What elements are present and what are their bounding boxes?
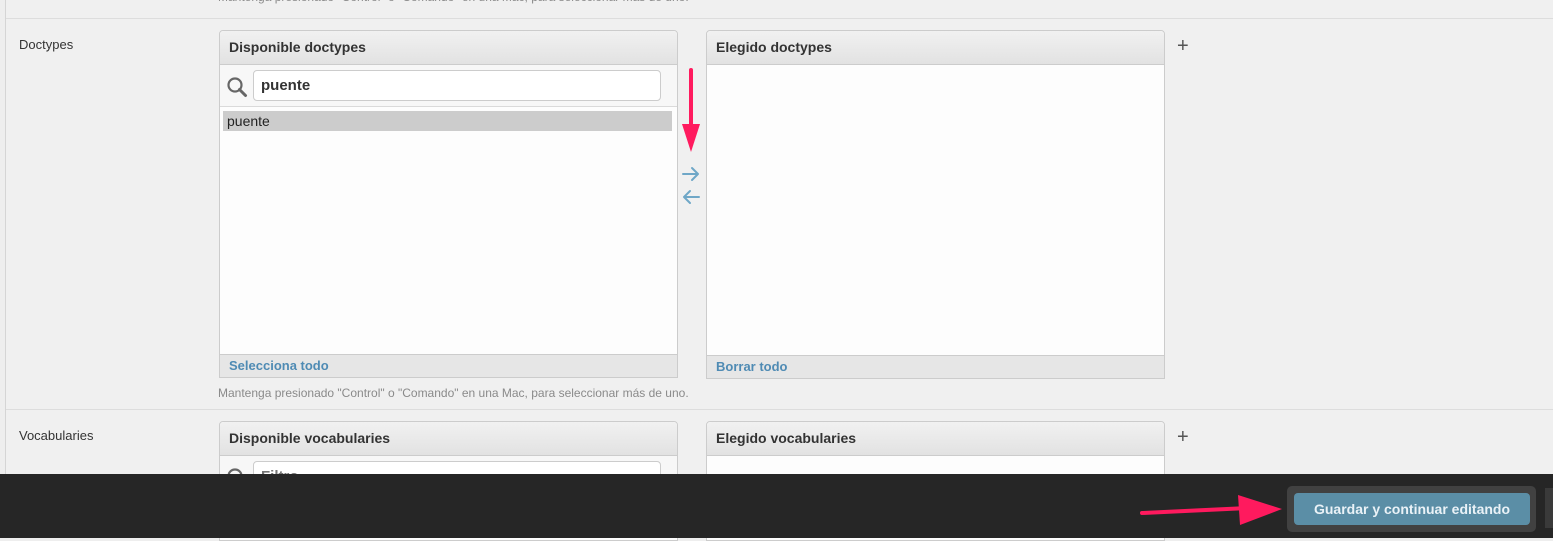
doctypes-available-box: Disponible doctypes puente Selecciona to… [219,30,678,378]
arrow-left-icon[interactable] [680,187,702,207]
vocabularies-available-title: Disponible vocabularies [220,422,677,456]
help-text: Mantenga presionado "Control" o "Comando… [218,386,689,400]
doctypes-available-list[interactable]: puente [220,107,677,354]
row-divider [6,18,1553,19]
clear-all-link[interactable]: Borrar todo [707,355,1164,378]
doctypes-label: Doctypes [19,37,74,52]
plus-icon[interactable]: + [1177,36,1189,56]
form-area: Mantenga presionado "Control" o "Comando… [5,0,1553,541]
vocabularies-label: Vocabularies [19,428,94,443]
help-text-prev: Mantenga presionado "Control" o "Comando… [218,0,689,4]
next-button-edge[interactable] [1545,488,1553,528]
vocabularies-chosen-title: Elegido vocabularies [707,422,1164,456]
save-and-continue-button[interactable]: Guardar y continuar editando [1294,493,1530,525]
arrow-right-icon[interactable] [680,164,702,184]
doctypes-chosen-list[interactable] [707,65,1164,355]
save-button-frame: Guardar y continuar editando [1287,486,1536,532]
row-divider [6,409,1553,410]
doctypes-available-title: Disponible doctypes [220,31,677,65]
submit-row: Guardar y continuar editando [0,474,1553,538]
select-all-link[interactable]: Selecciona todo [220,354,677,377]
annotation-arrow-right [1140,495,1282,525]
annotation-arrow-down [682,68,700,152]
doctypes-filter-row [220,65,677,107]
doctypes-chosen-title: Elegido doctypes [707,31,1164,65]
plus-icon[interactable]: + [1177,427,1189,447]
doctypes-chosen-box: Elegido doctypes Borrar todo [706,30,1165,379]
search-icon [227,77,247,97]
doctypes-filter-input[interactable] [253,70,661,101]
list-item[interactable]: puente [223,111,672,131]
